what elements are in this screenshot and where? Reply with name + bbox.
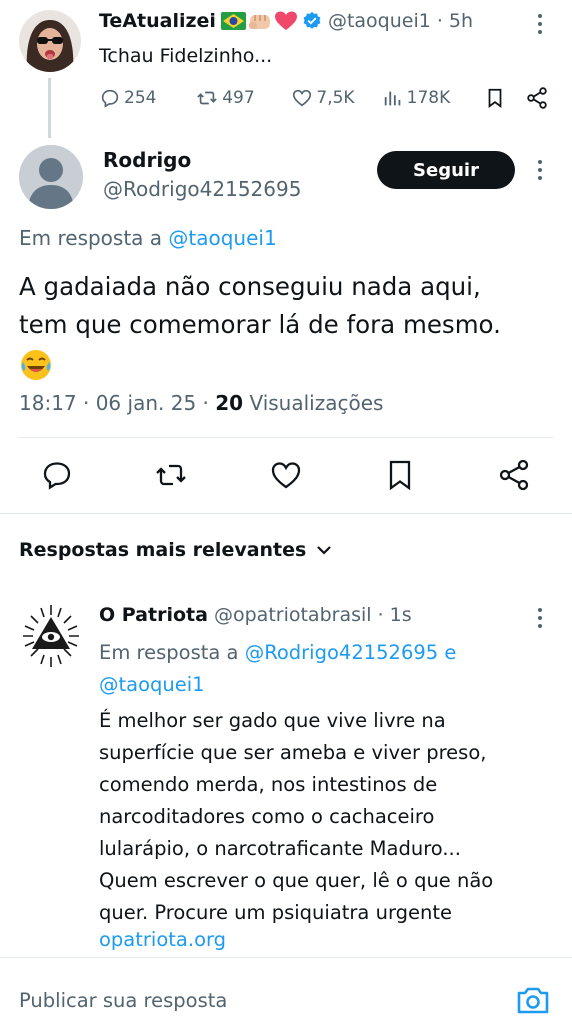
parent-views-button[interactable]: 178K	[382, 87, 484, 109]
divider	[19, 437, 553, 438]
main-text-line: tem que comemorar lá de fora mesmo.	[19, 310, 501, 339]
reply-composer-input[interactable]	[19, 985, 459, 1015]
main-avatar[interactable]	[19, 145, 83, 209]
reply-text-line: Quem escrever o que quer, lê o que não	[99, 869, 494, 892]
reply-context: Em resposta a @Rodrigo42152695 e @taoque…	[99, 637, 529, 701]
thread-line	[48, 78, 51, 138]
view-count: 20	[215, 391, 244, 415]
reply-author-handle[interactable]: @opatriotabrasil	[214, 604, 372, 626]
parent-like-count: 7,5K	[316, 88, 355, 108]
parent-tweet-text: Tchau Fidelzinho...	[99, 45, 273, 67]
repost-button[interactable]	[153, 457, 189, 493]
views-label: Visualizações	[249, 391, 384, 415]
reply-text-line: narcoditadores como o cachaceiro	[99, 805, 435, 828]
main-author-name[interactable]: Rodrigo	[103, 148, 191, 172]
reply-handle-link[interactable]: @Rodrigo42152695	[245, 641, 438, 664]
like-button[interactable]	[268, 457, 304, 493]
main-more-icon[interactable]	[530, 158, 550, 182]
bookmark-icon	[484, 86, 506, 110]
reply-and: e	[444, 641, 457, 664]
views-icon	[382, 87, 404, 109]
reply-text: É melhor ser gado que vive livre na supe…	[99, 705, 559, 929]
sort-label: Respostas mais relevantes	[19, 539, 307, 561]
parent-share-button[interactable]	[525, 86, 549, 110]
parent-actions-bar: 254 497 7,5K 178K	[99, 84, 549, 112]
main-tweet-text: A gadaiada não conseguiu nada aqui, tem …	[19, 268, 559, 382]
parent-repost-button[interactable]: 497	[195, 87, 291, 109]
parent-reply-count: 254	[124, 88, 157, 108]
parent-header: TeAtualizei @taoquei1 · 5h	[99, 10, 473, 32]
reply-more-icon[interactable]	[530, 606, 550, 630]
reply-button[interactable]	[39, 457, 75, 493]
main-tweet-meta: 18:17 · 06 jan. 25 · 20 Visualizações	[19, 391, 383, 415]
parent-like-button[interactable]: 7,5K	[291, 87, 381, 109]
reply-prefix: Em resposta a	[19, 226, 163, 250]
fist-icon	[248, 10, 272, 32]
parent-author-name[interactable]: TeAtualizei	[99, 10, 216, 32]
tweet-timestamp[interactable]: 18:17 · 06 jan. 25 ·	[19, 391, 209, 415]
laughing-emoji-icon	[19, 344, 559, 382]
parent-reply-button[interactable]: 254	[99, 87, 195, 109]
parent-avatar[interactable]	[19, 10, 81, 72]
share-button[interactable]	[496, 457, 532, 493]
main-text-line: A gadaiada não conseguiu nada aqui,	[19, 272, 481, 301]
parent-view-count: 178K	[406, 88, 451, 108]
like-icon	[291, 87, 313, 109]
reply-avatar[interactable]	[19, 601, 83, 671]
camera-icon[interactable]	[513, 980, 553, 1020]
main-author-handle[interactable]: @Rodrigo42152695	[103, 177, 301, 201]
divider	[0, 957, 572, 958]
reply-text-line: superfície que ser ameba e viver preso,	[99, 741, 487, 764]
parent-bookmark-button[interactable]	[484, 86, 525, 110]
reply-author-name[interactable]: O Patriota	[99, 604, 208, 626]
repost-icon	[195, 87, 219, 109]
reply-text-line: lularápio, o narcotraficante Maduro...	[99, 837, 461, 860]
reply-text-line: É melhor ser gado que vive livre na	[99, 709, 446, 732]
parent-repost-count: 497	[222, 88, 255, 108]
reply-url-link[interactable]: opatriota.org	[99, 928, 226, 951]
heart-icon	[274, 10, 298, 32]
chevron-down-icon	[316, 544, 332, 556]
brazil-flag-icon	[220, 12, 246, 30]
divider	[0, 513, 572, 514]
reply-handle-link[interactable]: @taoquei1	[168, 226, 276, 250]
parent-handle[interactable]: @taoquei1	[328, 10, 431, 32]
reply-handle-link[interactable]: @taoquei1	[99, 673, 205, 696]
reply-header: O Patriota @opatriotabrasil · 1s	[99, 604, 412, 626]
parent-name-emojis	[220, 10, 298, 32]
replies-sort-dropdown[interactable]: Respostas mais relevantes	[19, 539, 332, 561]
parent-more-icon[interactable]	[530, 12, 550, 36]
main-reply-context: Em resposta a @taoquei1	[19, 226, 277, 250]
reply-text-line: comendo merda, nos intestinos de	[99, 773, 438, 796]
reply-icon	[99, 87, 121, 109]
verified-badge-icon	[302, 11, 322, 31]
parent-time: · 5h	[436, 10, 474, 32]
follow-button[interactable]: Seguir	[377, 151, 515, 189]
reply-time: · 1s	[377, 604, 412, 626]
reply-prefix: Em resposta a	[99, 641, 239, 664]
bookmark-button[interactable]	[382, 457, 418, 493]
share-icon	[525, 86, 549, 110]
reply-text-line: quer. Procure um psiquiatra urgente	[99, 901, 452, 924]
